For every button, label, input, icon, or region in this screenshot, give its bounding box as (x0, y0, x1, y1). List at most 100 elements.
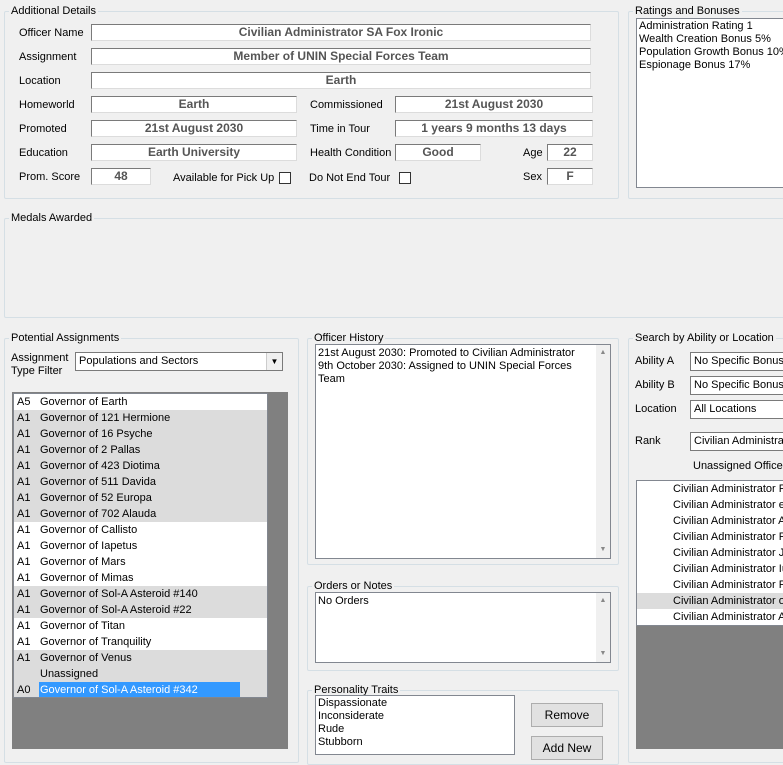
officer-row[interactable]: Civilian Administrator oc (637, 593, 783, 609)
assignment-label: Assignment (19, 51, 77, 63)
assignment-code: A1 (17, 540, 31, 552)
promoted-label: Promoted (19, 123, 67, 135)
assignment-name: Governor of 16 Psyche (40, 428, 153, 440)
ability-b-select[interactable]: No Specific Bonus (690, 376, 783, 395)
scroll-up-icon[interactable]: ▲ (596, 347, 610, 359)
orders-textarea[interactable]: No Orders ▲ ▼ (315, 592, 611, 663)
assignment-row[interactable]: A1 Governor of Callisto (14, 522, 267, 538)
education-field[interactable]: Earth University (91, 144, 297, 161)
assignment-name: Governor of Mimas (40, 572, 134, 584)
assignment-code: A5 (17, 396, 31, 408)
history-scrollbar[interactable]: ▲ ▼ (596, 345, 610, 558)
potential-assignments-legend: Potential Assignments (11, 332, 120, 344)
trait-item[interactable]: Dispassionate (316, 697, 514, 710)
officer-history-box[interactable]: 21st August 2030: Promoted to Civilian A… (315, 344, 611, 559)
time-in-tour-field[interactable]: 1 years 9 months 13 days (395, 120, 593, 137)
assignment-row[interactable]: A1 Governor of 423 Diotima (14, 458, 267, 474)
assignment-row[interactable]: A1 Governor of Mars (14, 554, 267, 570)
assignment-row[interactable]: A1 Governor of 2 Pallas (14, 442, 267, 458)
health-label: Health Condition (310, 147, 392, 159)
chevron-down-icon[interactable]: ▼ (266, 353, 282, 370)
officer-name-field[interactable]: Civilian Administrator SA Fox Ironic (91, 24, 591, 41)
assignment-name: Governor of Sol-A Asteroid #342 (39, 682, 240, 697)
ability-a-value: No Specific Bonus (694, 355, 783, 367)
not-end-tour-checkbox[interactable] (399, 172, 411, 184)
scroll-up-icon[interactable]: ▲ (596, 595, 610, 607)
orders-scrollbar[interactable]: ▲ ▼ (596, 593, 610, 662)
pickup-checkbox[interactable] (279, 172, 291, 184)
assignment-code: A0 (17, 684, 31, 696)
trait-item[interactable]: Stubborn (316, 736, 514, 749)
assignment-code: A1 (17, 556, 31, 568)
assignment-row[interactable]: Unassigned (14, 666, 267, 682)
assignment-row[interactable]: A1 Governor of Mimas (14, 570, 267, 586)
officer-row[interactable]: Civilian Administrator Jib (637, 545, 783, 561)
rank-select[interactable]: Civilian Administrator (690, 432, 783, 451)
assignment-name: Governor of Earth (40, 396, 128, 408)
ratings-line: Espionage Bonus 17% (639, 59, 751, 71)
assignment-name: Governor of 2 Pallas (40, 444, 141, 456)
assignment-row[interactable]: A1 Governor of Iapetus (14, 538, 267, 554)
sex-label: Sex (523, 171, 542, 183)
assignment-field[interactable]: Member of UNIN Special Forces Team (91, 48, 591, 65)
officer-row[interactable]: Civilian Administrator An (637, 609, 783, 625)
assignment-row[interactable]: A1 Governor of Titan (14, 618, 267, 634)
filter-label: Assignment (11, 352, 69, 364)
history-line: 21st August 2030: Promoted to Civilian A… (318, 347, 575, 359)
trait-item[interactable]: Rude (316, 723, 514, 736)
search-legend: Search by Ability or Location (635, 332, 774, 344)
ratings-box: Administration Rating 1 Wealth Creation … (636, 18, 783, 188)
assignments-list[interactable]: A5 Governor of Earth A1 Governor of 121 Her… (13, 393, 268, 698)
commissioned-field[interactable]: 21st August 2030 (395, 96, 593, 113)
location-field[interactable]: Earth (91, 72, 591, 89)
assignment-row[interactable]: A1 Governor of Tranquility (14, 634, 267, 650)
history-line: Team (318, 373, 345, 385)
assignment-row[interactable]: A1 Governor of 121 Hermione (14, 410, 267, 426)
add-trait-button[interactable]: Add New (531, 736, 603, 760)
officer-row[interactable]: Civilian Administrator Fo (637, 577, 783, 593)
assignment-code: A1 (17, 412, 31, 424)
promoted-field[interactable]: 21st August 2030 (91, 120, 297, 137)
assignment-name: Unassigned (40, 668, 99, 680)
trait-item[interactable]: Inconsiderate (316, 710, 514, 723)
traits-list[interactable]: Dispassionate Inconsiderate Rude Stubbor… (315, 695, 515, 755)
assignment-row[interactable]: A1 Governor of 52 Europa (14, 490, 267, 506)
officer-history-legend: Officer History (314, 332, 384, 344)
ability-a-select[interactable]: No Specific Bonus (690, 352, 783, 371)
assignment-row[interactable]: A1 Governor of Venus (14, 650, 267, 666)
scroll-down-icon[interactable]: ▼ (596, 648, 610, 660)
assignment-code: A1 (17, 476, 31, 488)
remove-trait-button[interactable]: Remove (531, 703, 603, 727)
sex-field[interactable]: F (547, 168, 593, 185)
assignment-name: Governor of 423 Diotima (40, 460, 160, 472)
ratings-line: Administration Rating 1 (639, 20, 753, 32)
commissioned-label: Commissioned (310, 99, 383, 111)
assignment-code: A1 (17, 428, 31, 440)
search-location-select[interactable]: All Locations (690, 400, 783, 419)
assignment-row[interactable]: A1 Governor of 16 Psyche (14, 426, 267, 442)
prom-score-field[interactable]: 48 (91, 168, 151, 185)
assignment-row[interactable]: A5 Governor of Earth (14, 394, 267, 410)
homeworld-field[interactable]: Earth (91, 96, 297, 113)
unassigned-officers-list[interactable]: Civilian Administrator Fa Civilian Admini… (636, 480, 783, 626)
assignment-type-filter-select[interactable]: Populations and Sectors ▼ (75, 352, 283, 371)
age-field[interactable]: 22 (547, 144, 593, 161)
ratings-line: Population Growth Bonus 10% (639, 46, 783, 58)
assignment-row[interactable]: A1 Governor of 511 Davida (14, 474, 267, 490)
officer-row[interactable]: Civilian Administrator Iu (637, 561, 783, 577)
assignment-row[interactable]: A1 Governor of Sol-A Asteroid #140 (14, 586, 267, 602)
officer-row[interactable]: Civilian Administrator Po (637, 529, 783, 545)
health-field[interactable]: Good (395, 144, 481, 161)
assignment-row[interactable]: A1 Governor of Sol-A Asteroid #22 (14, 602, 267, 618)
assignment-row[interactable]: A1 Governor of 702 Alauda (14, 506, 267, 522)
assignment-code: A1 (17, 604, 31, 616)
officer-row[interactable]: Civilian Administrator ex (637, 497, 783, 513)
assignment-row[interactable]: A0 Governor of Sol-A Asteroid #342 (14, 682, 267, 697)
scroll-down-icon[interactable]: ▼ (596, 544, 610, 556)
assignment-code: A1 (17, 508, 31, 520)
assignment-code: A1 (17, 444, 31, 456)
ability-b-value: No Specific Bonus (694, 379, 783, 391)
assignment-name: Governor of 511 Davida (40, 476, 156, 488)
officer-row[interactable]: Civilian Administrator A (637, 513, 783, 529)
officer-row[interactable]: Civilian Administrator Fa (637, 481, 783, 497)
